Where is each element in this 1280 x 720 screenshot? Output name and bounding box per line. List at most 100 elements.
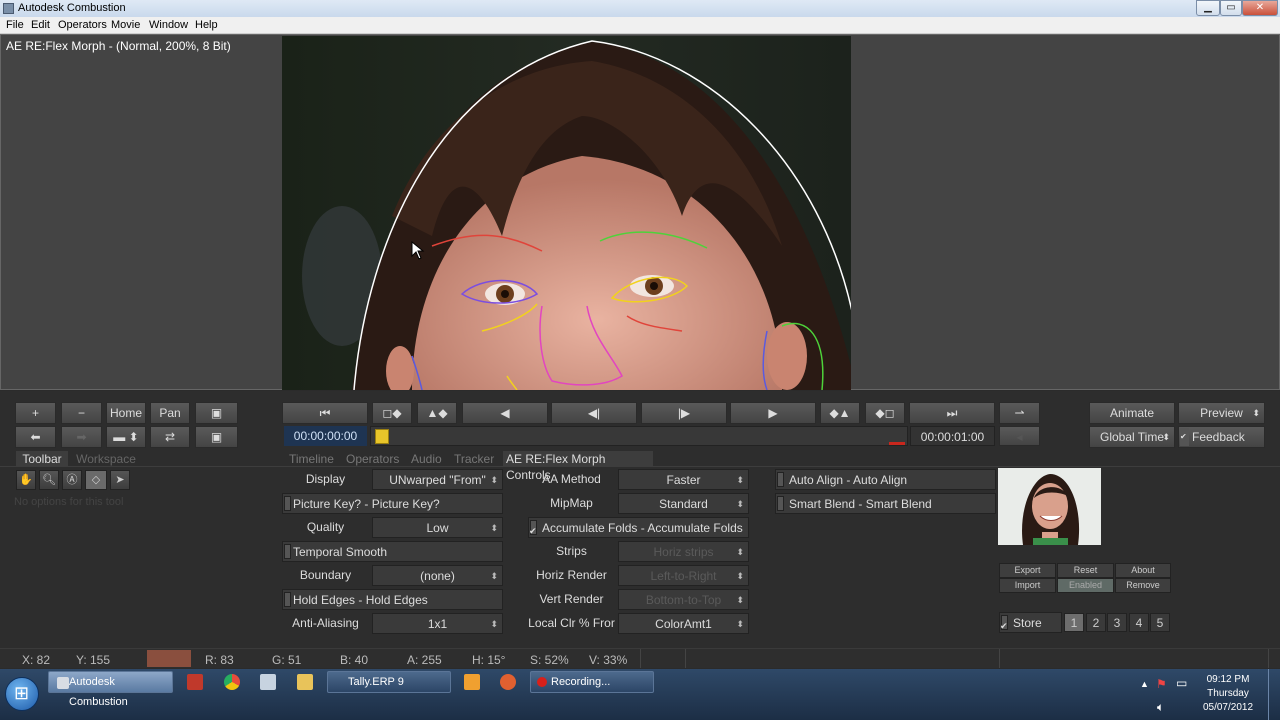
import-button[interactable]: Import (999, 578, 1056, 593)
time-slider[interactable] (370, 426, 908, 446)
export-button[interactable]: Export (999, 563, 1056, 578)
auto-align-checkbox[interactable]: Auto Align - Auto Align (775, 469, 996, 490)
status-y: Y: 155 (76, 653, 111, 667)
feedback-toggle[interactable]: ✔ Feedback (1178, 426, 1265, 448)
anti-aliasing-dropdown[interactable]: 1x1 (372, 613, 503, 635)
app-icon-round[interactable] (500, 674, 516, 690)
store-slot-5[interactable]: 5 (1150, 613, 1170, 632)
show-hidden-icons[interactable]: ▲ (1140, 679, 1149, 689)
show-desktop-button[interactable] (1268, 669, 1280, 720)
maximize-button[interactable]: ▭ (1220, 0, 1242, 16)
pan-button[interactable]: Pan (150, 402, 190, 424)
prev-frame-button[interactable]: ◀ (462, 402, 548, 424)
start-button[interactable]: ⊞ (5, 677, 39, 711)
tab-toolbar[interactable]: Toolbar (16, 451, 68, 467)
tab-operators[interactable]: Operators (346, 451, 399, 467)
accumulate-folds-checkbox[interactable]: Accumulate Folds - Accumulate Folds (528, 517, 749, 542)
task-recording[interactable]: Recording... (530, 671, 654, 693)
viewer-pane[interactable]: AE RE:Flex Morph - (Normal, 200%, 8 Bit) (0, 34, 1280, 390)
folder-icon[interactable] (297, 674, 313, 690)
menu-movie[interactable]: Movie (111, 19, 140, 31)
menu-file[interactable]: File (6, 19, 24, 31)
global-time-dropdown[interactable]: Global Time ⬍ (1089, 426, 1175, 448)
forward-button[interactable]: ➡ (61, 426, 102, 448)
next-marker-button[interactable]: ◆▲ (820, 402, 860, 424)
tab-timeline[interactable]: Timeline (289, 451, 334, 467)
close-button[interactable]: ✕ (1242, 0, 1278, 16)
horiz-render-dropdown[interactable]: Left-to-Right (618, 565, 749, 587)
tab-tracker[interactable]: Tracker (454, 451, 494, 467)
text-tool-button[interactable]: Ⓐ (62, 470, 82, 490)
flag-icon[interactable]: ⚑ (1156, 677, 1167, 691)
smart-blend-checkbox[interactable]: Smart Blend - Smart Blend (775, 493, 996, 514)
store-slot-2[interactable]: 2 (1086, 613, 1106, 632)
view-mode-button[interactable]: ▬ ⬍ (106, 426, 146, 448)
divider (1268, 649, 1269, 668)
play-backward-button[interactable]: ◀| (551, 402, 637, 424)
reset-button[interactable]: Reset (1057, 563, 1114, 578)
checkmark-icon (1000, 615, 1008, 637)
remove-button[interactable]: Remove (1115, 578, 1171, 593)
boundary-dropdown[interactable]: (none) (372, 565, 503, 587)
time-slider-thumb[interactable] (375, 429, 389, 444)
store-slot-1[interactable]: 1 (1064, 613, 1084, 632)
minimize-button[interactable]: ▁ (1196, 0, 1220, 16)
loop-button[interactable]: ⇀ (999, 402, 1040, 424)
strips-dropdown[interactable]: Horiz strips (618, 541, 749, 563)
go-to-start-button[interactable]: ⏮ (282, 402, 368, 424)
select-tool-button[interactable]: ➤ (110, 470, 130, 490)
tab-workspace[interactable]: Workspace (72, 451, 140, 467)
hold-edges-checkbox[interactable]: Hold Edges - Hold Edges (282, 589, 503, 610)
display-up-button[interactable]: ▣ (195, 402, 238, 424)
about-button[interactable]: About (1115, 563, 1171, 578)
local-clr-dropdown[interactable]: ColorAmt1 (618, 613, 749, 635)
chrome-icon[interactable] (224, 674, 240, 690)
network-icon[interactable] (260, 674, 276, 690)
tab-audio[interactable]: Audio (411, 451, 442, 467)
shape-tool-button[interactable]: ◇ (85, 470, 107, 490)
temporal-smooth-checkbox[interactable]: Temporal Smooth (282, 541, 503, 562)
screen-tray-icon[interactable]: ▭ (1176, 676, 1187, 690)
vert-render-dropdown[interactable]: Bottom-to-Top (618, 589, 749, 611)
app-icon-orange[interactable] (464, 674, 480, 690)
menu-window[interactable]: Window (149, 19, 188, 31)
quality-dropdown[interactable]: Low (372, 517, 503, 539)
morph-image[interactable] (282, 36, 851, 390)
enabled-button[interactable]: Enabled (1057, 578, 1114, 593)
zoom-out-button[interactable]: − (61, 402, 102, 424)
aa-method-dropdown[interactable]: Faster (618, 469, 749, 491)
hand-tool-button[interactable]: ✋ (16, 470, 36, 490)
preview-button[interactable]: Preview ⬍ (1178, 402, 1265, 424)
store-slot-4[interactable]: 4 (1129, 613, 1149, 632)
picture-key-checkbox[interactable]: Picture Key? - Picture Key? (282, 493, 503, 514)
home-button[interactable]: Home (106, 402, 146, 424)
zoom-tool-button[interactable]: 🔍︎ (39, 470, 59, 490)
current-time-display[interactable]: 00:00:00:00 (284, 426, 367, 446)
prev-keyframe-button[interactable]: ◻◆ (372, 402, 412, 424)
end-time-display[interactable]: 00:00:01:00 (910, 426, 995, 446)
app-icon-red[interactable] (187, 674, 203, 690)
zoom-in-button[interactable]: + (15, 402, 56, 424)
menu-operators[interactable]: Operators (58, 19, 107, 31)
next-frame-button[interactable]: ▶ (730, 402, 816, 424)
aa-method-label: AA Method (542, 472, 601, 486)
animate-button[interactable]: Animate (1089, 402, 1175, 424)
task-tally-erp[interactable]: Tally.ERP 9 (327, 671, 451, 693)
clock[interactable]: 09:12 PM Thursday 05/07/2012 (1200, 673, 1256, 715)
menu-help[interactable]: Help (195, 19, 218, 31)
go-to-end-button[interactable]: ⏭ (909, 402, 995, 424)
menu-edit[interactable]: Edit (31, 19, 50, 31)
next-keyframe-button[interactable]: ◆◻ (865, 402, 905, 424)
store-slot-3[interactable]: 3 (1107, 613, 1127, 632)
display-dropdown[interactable]: UNwarped "From" (372, 469, 503, 491)
mipmap-dropdown[interactable]: Standard (618, 493, 749, 515)
tab-flex-morph-controls[interactable]: AE RE:Flex Morph Controls (503, 451, 653, 482)
store-toggle[interactable]: Store (999, 612, 1062, 637)
swap-button[interactable]: ⇄ (150, 426, 190, 448)
play-forward-button[interactable]: |▶ (641, 402, 727, 424)
volume-icon[interactable]: 🔈︎ (1157, 700, 1164, 715)
back-button[interactable]: ⬅ (15, 426, 56, 448)
prev-marker-button[interactable]: ▲◆ (417, 402, 457, 424)
audio-button[interactable]: ◂ (999, 426, 1040, 446)
display-down-button[interactable]: ▣ (195, 426, 238, 448)
